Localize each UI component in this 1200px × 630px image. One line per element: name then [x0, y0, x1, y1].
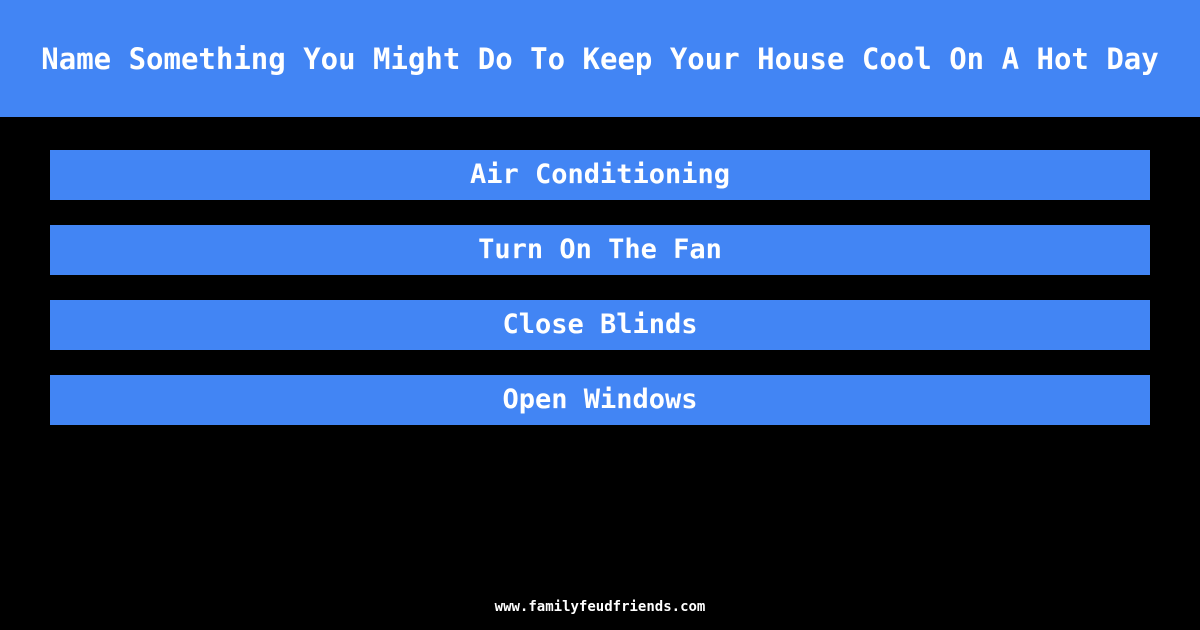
answer-label-4: Open Windows [502, 384, 698, 415]
board-spacer [0, 425, 1200, 584]
answer-row-3[interactable]: Close Blinds [50, 300, 1150, 350]
answer-label-2: Turn On The Fan [478, 234, 722, 265]
answer-label-1: Air Conditioning [469, 159, 731, 190]
site-url: www.familyfeudfriends.com [494, 599, 706, 615]
answers-list: Air Conditioning Turn On The Fan Close B… [0, 150, 1200, 425]
answer-row-4[interactable]: Open Windows [50, 375, 1150, 425]
answer-row-2[interactable]: Turn On The Fan [50, 225, 1150, 275]
answer-row-1[interactable]: Air Conditioning [50, 150, 1150, 200]
game-card: Name Something You Might Do To Keep Your… [0, 0, 1200, 630]
footer: www.familyfeudfriends.com [0, 584, 1200, 630]
question-text: Name Something You Might Do To Keep Your… [41, 41, 1159, 76]
question-header: Name Something You Might Do To Keep Your… [0, 0, 1200, 117]
answer-label-3: Close Blinds [502, 309, 698, 340]
